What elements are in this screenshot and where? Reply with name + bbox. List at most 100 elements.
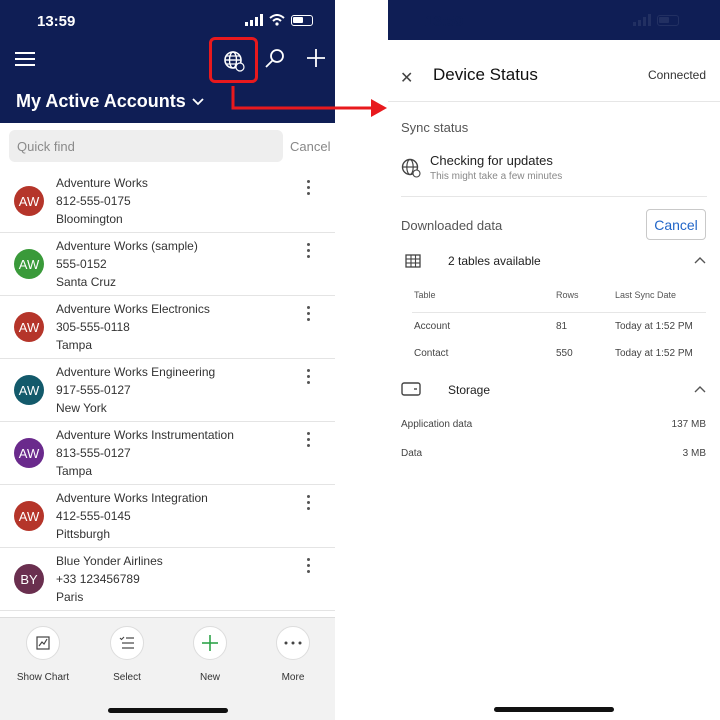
search-icon[interactable] xyxy=(264,48,286,70)
sync-status-subtitle: This might take a few minutes xyxy=(430,171,563,182)
select-button[interactable]: Select xyxy=(87,626,167,683)
account-name: Adventure Works Engineering xyxy=(56,365,216,379)
status-bar: 13:59 xyxy=(388,0,720,40)
column-header-table: Table xyxy=(414,290,436,300)
avatar: AW xyxy=(14,501,44,531)
account-phone: +33 123456789 xyxy=(56,572,140,586)
table-icon xyxy=(405,254,421,268)
account-list: AW Adventure Works 812-555-0175 Bloomington… xyxy=(0,170,335,611)
divider xyxy=(412,312,706,313)
chart-icon xyxy=(26,626,60,660)
account-phone: 305-555-0118 xyxy=(56,320,130,334)
storage-label: Storage xyxy=(448,383,491,397)
add-record-icon[interactable] xyxy=(305,47,327,69)
list-item[interactable]: AW Adventure Works Instrumentation 813-555… xyxy=(0,422,335,485)
select-label: Select xyxy=(113,672,141,683)
account-phone: 812-555-0175 xyxy=(56,194,131,208)
quick-find-cancel-button[interactable]: Cancel xyxy=(290,139,330,154)
account-name: Adventure Works Electronics xyxy=(56,302,210,316)
cancel-download-button[interactable]: Cancel xyxy=(646,209,706,240)
table-cell-rows: 550 xyxy=(556,348,573,359)
account-phone: 555-0152 xyxy=(56,257,107,271)
globe-sync-icon xyxy=(224,51,245,72)
tables-available-label: 2 tables available xyxy=(448,254,541,268)
new-label: New xyxy=(199,672,220,683)
account-phone: 917-555-0127 xyxy=(56,383,131,397)
more-icon xyxy=(276,626,310,660)
divider xyxy=(388,101,720,102)
table-cell-name: Contact xyxy=(414,348,449,359)
new-button[interactable]: New xyxy=(170,626,250,683)
divider xyxy=(401,196,707,197)
account-city: Tampa xyxy=(56,338,93,352)
account-phone: 412-555-0145 xyxy=(56,509,131,523)
more-options-icon[interactable] xyxy=(305,558,311,574)
account-city: Pittsburgh xyxy=(56,527,111,541)
list-item[interactable]: BY Blue Yonder Airlines +33 123456789 Paris xyxy=(0,548,335,611)
account-phone: 813-555-0127 xyxy=(56,446,131,460)
more-options-icon[interactable] xyxy=(305,306,311,322)
list-item[interactable]: AW Adventure Works Electronics 305-555-011… xyxy=(0,296,335,359)
table-cell-rows: 81 xyxy=(556,321,568,332)
account-name: Blue Yonder Airlines xyxy=(56,554,163,568)
account-city: Santa Cruz xyxy=(56,275,117,289)
storage-icon xyxy=(401,382,421,396)
storage-item-name: Data xyxy=(401,448,423,459)
battery-icon xyxy=(291,14,313,26)
list-item[interactable]: AW Adventure Works Engineering 917-555-012… xyxy=(0,359,335,422)
plus-icon xyxy=(193,626,227,660)
quick-find-input[interactable] xyxy=(9,130,283,162)
table-cell-date: Today at 1:52 PM xyxy=(615,348,693,359)
chevron-up-icon[interactable] xyxy=(694,385,706,393)
page-title: My Active Accounts xyxy=(16,91,186,111)
avatar: BY xyxy=(14,564,44,594)
more-button[interactable]: More xyxy=(253,626,333,683)
more-options-icon[interactable] xyxy=(305,243,311,259)
signal-icon xyxy=(245,14,263,26)
list-item[interactable]: AW Adventure Works 812-555-0175 Bloomington xyxy=(0,170,335,233)
account-city: New York xyxy=(56,401,107,415)
account-name: Adventure Works (sample) xyxy=(56,239,198,253)
more-options-icon[interactable] xyxy=(305,432,311,448)
close-icon[interactable]: ✕ xyxy=(400,68,413,88)
account-city: Bloomington xyxy=(56,212,123,226)
quick-find-bar: Cancel xyxy=(0,130,335,166)
avatar: AW xyxy=(14,312,44,342)
device-status-button[interactable] xyxy=(209,37,258,83)
status-time: 13:59 xyxy=(37,13,76,30)
more-options-icon[interactable] xyxy=(305,495,311,511)
storage-item-value: 3 MB xyxy=(682,448,706,459)
account-city: Paris xyxy=(56,590,84,604)
home-indicator xyxy=(108,708,228,713)
avatar: AW xyxy=(14,186,44,216)
table-cell-name: Account xyxy=(414,321,451,332)
avatar: AW xyxy=(14,375,44,405)
hamburger-menu-icon[interactable] xyxy=(15,52,35,68)
chevron-down-icon xyxy=(192,97,204,105)
show-chart-label: Show Chart xyxy=(16,672,70,683)
sync-status-title: Checking for updates xyxy=(430,153,553,168)
list-item[interactable]: AW Adventure Works (sample) 555-0152 Santa … xyxy=(0,233,335,296)
panel-title: Device Status xyxy=(433,65,538,84)
chevron-up-icon[interactable] xyxy=(694,256,706,264)
list-item[interactable]: AW Adventure Works Integration 412-555-014… xyxy=(0,485,335,548)
connection-status: Connected xyxy=(647,68,706,82)
table-cell-date: Today at 1:52 PM xyxy=(615,321,693,332)
command-bar: Show Chart Select New More xyxy=(0,617,335,720)
red-arrow-annotation xyxy=(231,86,387,117)
globe-sync-icon xyxy=(401,158,421,178)
status-time: 13:59 xyxy=(425,13,464,30)
signal-icon xyxy=(633,14,651,26)
storage-item-value: 137 MB xyxy=(671,419,706,430)
column-header-rows: Rows xyxy=(556,290,579,300)
show-chart-button[interactable]: Show Chart xyxy=(3,626,83,683)
device-status-screen: 13:59 ✕ Device Status Connected Sync sta… xyxy=(388,0,720,720)
more-options-icon[interactable] xyxy=(305,180,311,196)
wifi-icon xyxy=(269,14,285,26)
sync-status-heading: Sync status xyxy=(401,120,469,135)
account-name: Adventure Works Instrumentation xyxy=(56,428,234,442)
view-selector[interactable]: My Active Accounts xyxy=(16,91,204,112)
more-options-icon[interactable] xyxy=(305,369,311,385)
avatar: AW xyxy=(14,438,44,468)
status-icons xyxy=(245,14,313,26)
